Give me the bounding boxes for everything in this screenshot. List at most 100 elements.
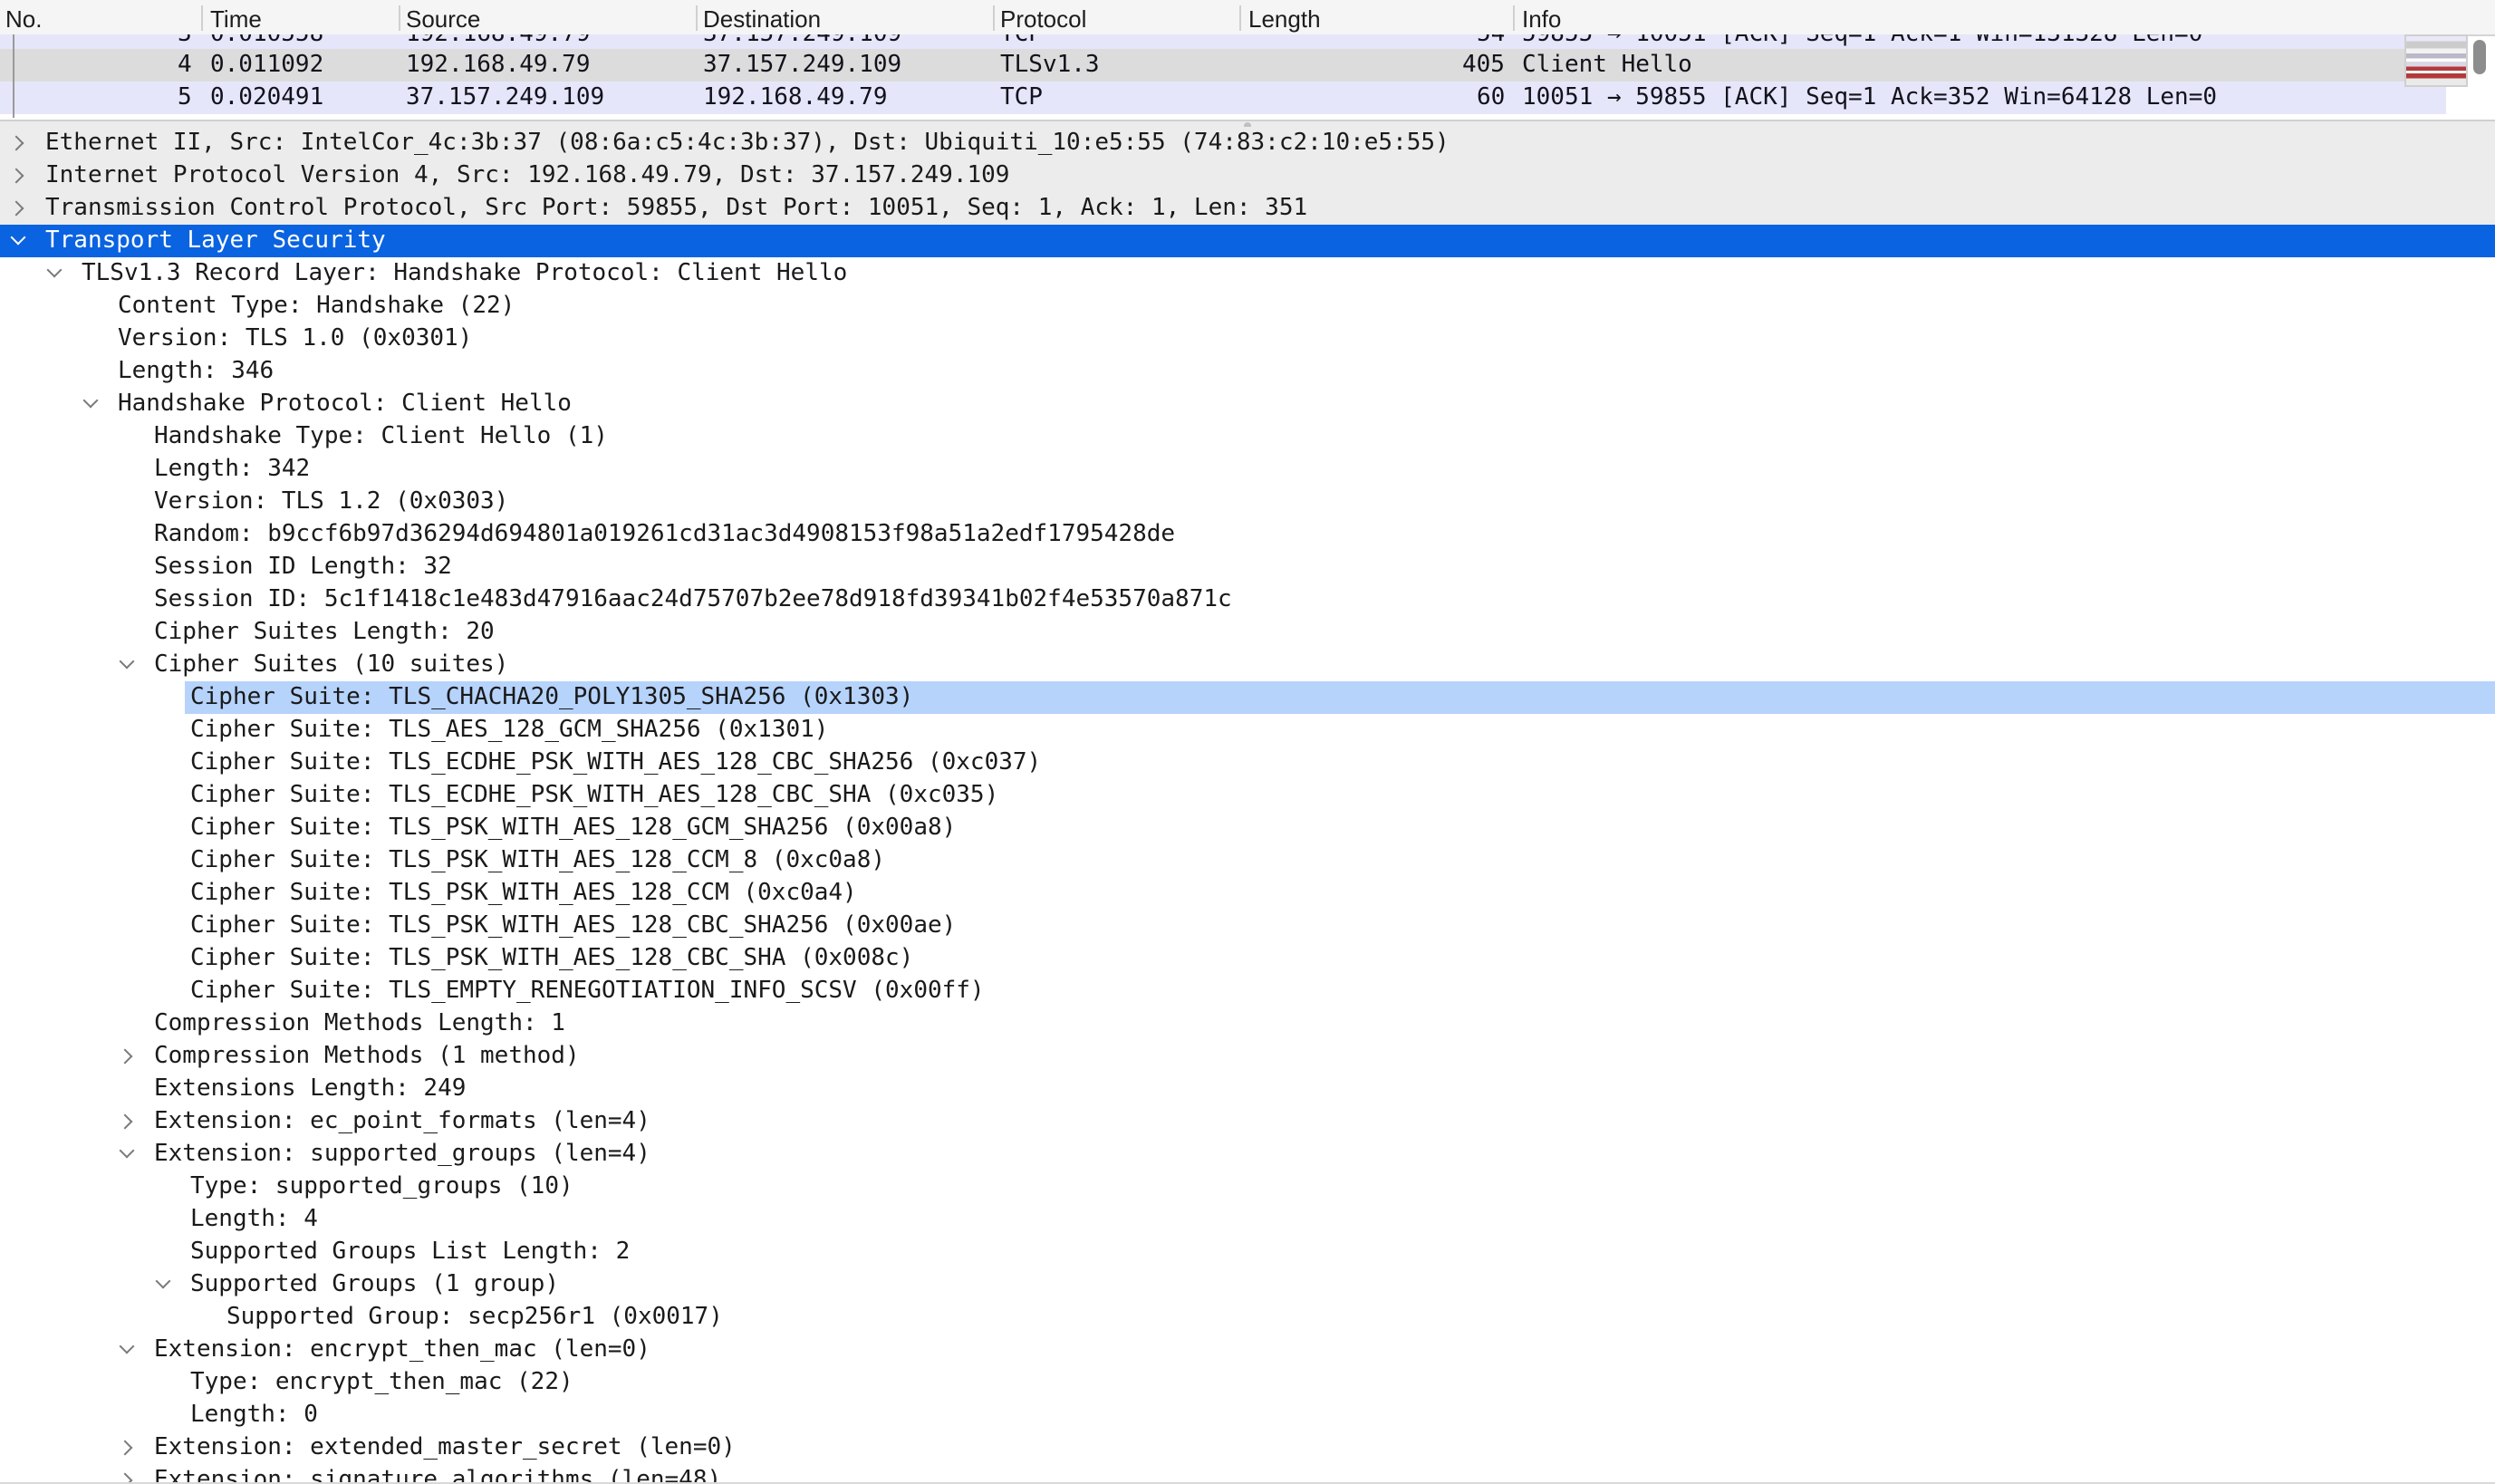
tree-field-handshake-version[interactable]: Version: TLS 1.2 (0x0303) [0,486,2495,518]
tree-field-cipher-suite[interactable]: Cipher Suite: TLS_CHACHA20_POLY1305_SHA2… [0,681,2495,714]
scrollbar-thumb[interactable] [2473,40,2486,74]
chevron-down-icon[interactable] [155,1273,171,1289]
packet-source: 192.168.49.79 [406,34,591,47]
column-no[interactable]: No. [5,5,42,34]
chevron-down-icon[interactable] [82,392,99,409]
tree-node-label: Extension: signature_algorithms (len=48) [154,1466,722,1484]
packet-destination: 37.157.249.109 [703,34,901,47]
packet-source: 37.157.249.109 [406,83,605,111]
chevron-right-icon[interactable] [117,1113,133,1130]
tree-field-length[interactable]: Length: 346 [0,355,2495,388]
packet-source: 192.168.49.79 [406,51,591,78]
tree-node-record-layer[interactable]: TLSv1.3 Record Layer: Handshake Protocol… [0,257,2495,290]
tree-field-compression-methods-length[interactable]: Compression Methods Length: 1 [0,1007,2495,1040]
packet-time: 0.011092 [210,51,324,78]
tree-node-label: Content Type: Handshake (22) [118,292,515,319]
tree-field-random[interactable]: Random: b9ccf6b97d36294d694801a019261cd3… [0,518,2495,551]
column-separator[interactable] [696,5,698,31]
tree-node-ext-ec-point-formats[interactable]: Extension: ec_point_formats (len=4) [0,1105,2495,1138]
tree-node-label: Cipher Suite: TLS_ECDHE_PSK_WITH_AES_128… [190,748,1042,776]
tree-field-session-id-length[interactable]: Session ID Length: 32 [0,551,2495,583]
tree-node-label: Compression Methods (1 method) [154,1042,580,1069]
column-destination[interactable]: Destination [703,5,821,34]
tree-field-supported-group[interactable]: Supported Group: secp256r1 (0x0017) [0,1301,2495,1334]
column-source[interactable]: Source [406,5,480,34]
tree-node-label: Session ID: 5c1f1418c1e483d47916aac24d75… [154,585,1232,612]
tree-node-label: Handshake Type: Client Hello (1) [154,422,608,449]
column-info[interactable]: Info [1522,5,1561,34]
tree-node-label: Random: b9ccf6b97d36294d694801a019261cd3… [154,520,1176,547]
tree-node-label: Supported Group: secp256r1 (0x0017) [226,1303,723,1330]
tree-node-ext-signature-algorithms[interactable]: Extension: signature_algorithms (len=48) [0,1464,2495,1484]
tree-field-cipher-suite[interactable]: Cipher Suite: TLS_PSK_WITH_AES_128_CBC_S… [0,942,2495,975]
packet-row[interactable]: 5 0.020491 37.157.249.109 192.168.49.79 … [0,82,2446,114]
tree-node-label: Extensions Length: 249 [154,1074,467,1102]
column-time[interactable]: Time [210,5,262,34]
tree-node-ext-extended-master-secret[interactable]: Extension: extended_master_secret (len=0… [0,1431,2495,1464]
chevron-right-icon[interactable] [8,135,24,151]
packet-time: 0.020491 [210,83,324,111]
tree-field-cipher-suite[interactable]: Cipher Suite: TLS_PSK_WITH_AES_128_CCM (… [0,877,2495,910]
chevron-right-icon[interactable] [8,168,24,184]
tree-field-etm-length[interactable]: Length: 0 [0,1399,2495,1431]
chevron-down-icon[interactable] [46,262,63,278]
chevron-down-icon[interactable] [119,1338,135,1354]
tree-node-label: Cipher Suite: TLS_PSK_WITH_AES_128_CCM_8… [190,846,886,873]
tree-node-tls[interactable]: Transport Layer Security [0,225,2495,257]
column-separator[interactable] [399,5,400,31]
tree-node-label: Cipher Suite: TLS_CHACHA20_POLY1305_SHA2… [190,683,914,710]
packet-minimap[interactable] [2404,34,2468,87]
tree-field-content-type[interactable]: Content Type: Handshake (22) [0,290,2495,323]
packet-row[interactable]: 4 0.011092 192.168.49.79 37.157.249.109 … [0,49,2446,82]
tree-field-cipher-suite[interactable]: Cipher Suite: TLS_ECDHE_PSK_WITH_AES_128… [0,779,2495,812]
tree-node-ethernet[interactable]: Ethernet II, Src: IntelCor_4c:3b:37 (08:… [0,127,2495,159]
tree-node-ext-supported-groups[interactable]: Extension: supported_groups (len=4) [0,1138,2495,1171]
tree-field-cipher-suites-length[interactable]: Cipher Suites Length: 20 [0,616,2495,649]
tree-node-cipher-suites[interactable]: Cipher Suites (10 suites) [0,649,2495,681]
packet-no: 4 [178,51,192,78]
tree-field-handshake-type[interactable]: Handshake Type: Client Hello (1) [0,420,2495,453]
tree-node-label: Extension: supported_groups (len=4) [154,1140,650,1167]
chevron-right-icon[interactable] [8,200,24,217]
packet-length: 54 [1477,34,1505,47]
tree-field-session-id[interactable]: Session ID: 5c1f1418c1e483d47916aac24d75… [0,583,2495,616]
packet-details-tree: Ethernet II, Src: IntelCor_4c:3b:37 (08:… [0,127,2495,1484]
chevron-down-icon[interactable] [10,229,26,246]
tree-field-handshake-length[interactable]: Length: 342 [0,453,2495,486]
tree-field-cipher-suite[interactable]: Cipher Suite: TLS_PSK_WITH_AES_128_CBC_S… [0,910,2495,942]
column-separator[interactable] [1239,5,1241,31]
chevron-down-icon[interactable] [119,653,135,670]
packet-no: 5 [178,83,192,111]
tree-node-label: Supported Groups List Length: 2 [190,1238,631,1265]
tree-node-compression-methods[interactable]: Compression Methods (1 method) [0,1040,2495,1073]
column-protocol[interactable]: Protocol [1000,5,1086,34]
tree-field-extensions-length[interactable]: Extensions Length: 249 [0,1073,2495,1105]
tree-field-sg-length[interactable]: Length: 4 [0,1203,2495,1236]
tree-field-cipher-suite[interactable]: Cipher Suite: TLS_AES_128_GCM_SHA256 (0x… [0,714,2495,747]
tree-node-ip[interactable]: Internet Protocol Version 4, Src: 192.16… [0,159,2495,192]
tree-field-version[interactable]: Version: TLS 1.0 (0x0301) [0,323,2495,355]
chevron-right-icon[interactable] [117,1440,133,1456]
chevron-down-icon[interactable] [119,1142,135,1159]
column-length[interactable]: Length [1248,5,1321,34]
tree-node-label: Supported Groups (1 group) [190,1270,559,1297]
packet-protocol: TCP [1000,34,1043,47]
tree-field-cipher-suite[interactable]: Cipher Suite: TLS_PSK_WITH_AES_128_CCM_8… [0,844,2495,877]
tree-field-etm-type[interactable]: Type: encrypt_then_mac (22) [0,1366,2495,1399]
tree-node-handshake[interactable]: Handshake Protocol: Client Hello [0,388,2495,420]
column-separator[interactable] [201,5,203,31]
tree-node-label: Cipher Suites (10 suites) [154,650,509,678]
tree-node-label: Transport Layer Security [45,226,386,254]
column-separator[interactable] [1513,5,1515,31]
tree-field-cipher-suite[interactable]: Cipher Suite: TLS_EMPTY_RENEGOTIATION_IN… [0,975,2495,1007]
tree-field-sg-list-length[interactable]: Supported Groups List Length: 2 [0,1236,2495,1268]
tree-node-tcp[interactable]: Transmission Control Protocol, Src Port:… [0,192,2495,225]
tree-node-ext-encrypt-then-mac[interactable]: Extension: encrypt_then_mac (len=0) [0,1334,2495,1366]
column-separator[interactable] [993,5,995,31]
tree-field-cipher-suite[interactable]: Cipher Suite: TLS_ECDHE_PSK_WITH_AES_128… [0,747,2495,779]
packet-length: 405 [1462,51,1505,78]
tree-field-cipher-suite[interactable]: Cipher Suite: TLS_PSK_WITH_AES_128_GCM_S… [0,812,2495,844]
tree-node-supported-groups[interactable]: Supported Groups (1 group) [0,1268,2495,1301]
chevron-right-icon[interactable] [117,1048,133,1065]
tree-field-sg-type[interactable]: Type: supported_groups (10) [0,1171,2495,1203]
